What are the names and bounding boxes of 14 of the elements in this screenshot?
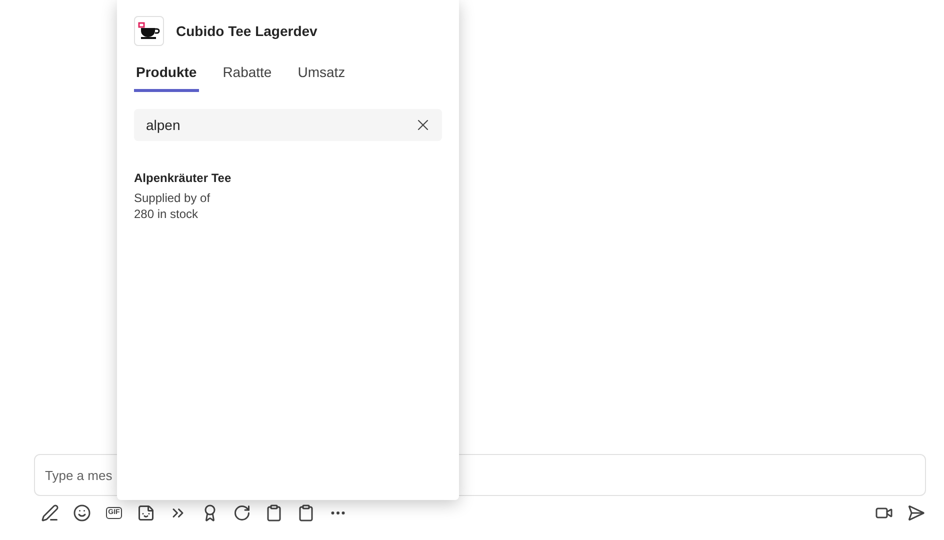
message-placeholder: Type a mes: [45, 468, 112, 482]
tab[interactable]: Rabatte: [220, 58, 274, 92]
emoji-icon[interactable]: [72, 503, 92, 523]
tab[interactable]: Umsatz: [296, 58, 348, 92]
search-field[interactable]: alpen: [134, 109, 442, 141]
app-title: Cubido Tee Lagerdev: [176, 23, 318, 39]
stock-text: 280 in stock: [134, 206, 200, 222]
product-name[interactable]: Alpenkräuter Tee: [134, 171, 442, 185]
sticker-icon[interactable]: [136, 503, 156, 523]
loop-icon[interactable]: [232, 503, 252, 523]
send-icon[interactable]: [906, 503, 926, 523]
tab[interactable]: Produkte: [134, 58, 199, 92]
teacup-logo-icon: [134, 16, 164, 46]
supplier-text: Supplied by of: [134, 190, 212, 206]
